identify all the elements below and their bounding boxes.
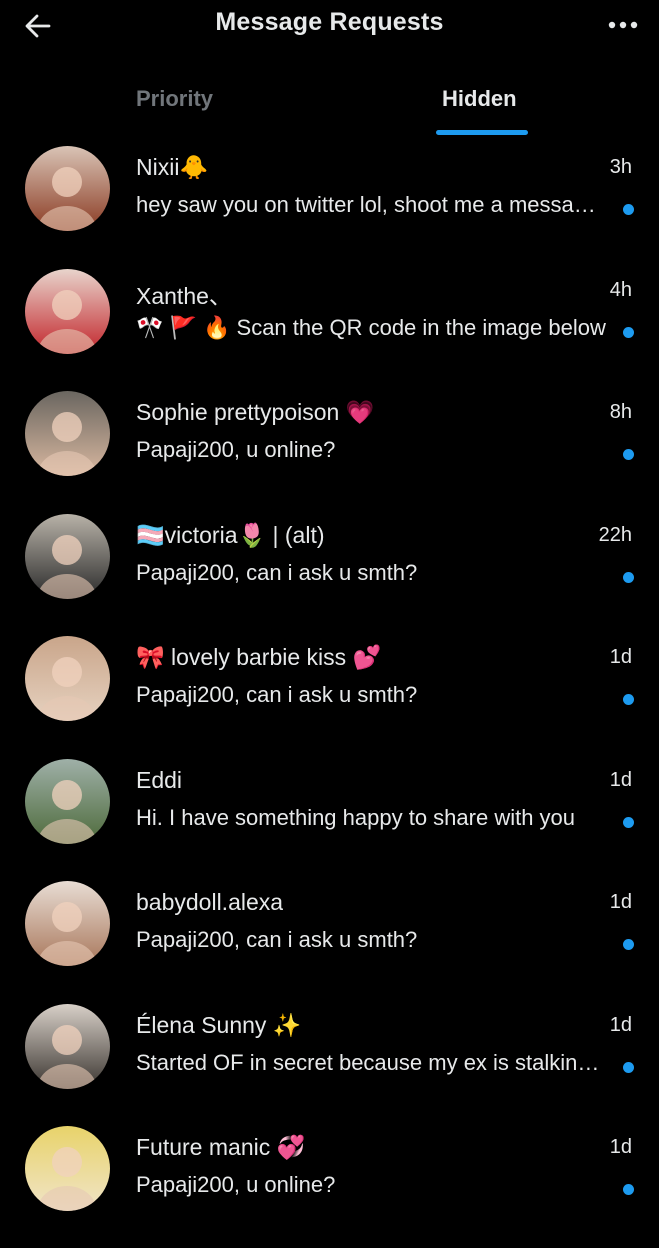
message-preview: Papaji200, can i ask u smth? bbox=[136, 927, 418, 952]
page-title: Message Requests bbox=[215, 8, 444, 36]
request-tabs: Priority Hidden bbox=[0, 76, 659, 138]
conversation-row[interactable]: 🎀 lovely barbie kiss 💕 1d Papaji200, can i… bbox=[0, 635, 659, 758]
unread-indicator bbox=[623, 571, 634, 583]
tab-hidden[interactable]: Hidden bbox=[442, 86, 517, 112]
message-preview: Papaji200, u online? bbox=[136, 1172, 336, 1197]
conversation-row[interactable]: Future manic 💞 1d Papaji200, u online? bbox=[0, 1125, 659, 1248]
conversation-row[interactable]: Eddi 1d Hi. I have something happy to shar… bbox=[0, 758, 659, 881]
conversation-row[interactable]: 🏳️‍⚧️victoria🌷 | (alt) 22h Papaji200, can … bbox=[0, 513, 659, 636]
avatar[interactable] bbox=[25, 1003, 110, 1089]
unread-indicator bbox=[623, 694, 634, 705]
conversation-list: Nixii🐥 3h hey saw you on twitter lol, shoo… bbox=[0, 145, 659, 1248]
avatar[interactable] bbox=[25, 758, 110, 844]
unread-indicator bbox=[623, 326, 634, 338]
timestamp: 3h bbox=[609, 156, 632, 178]
sender-name: Future manic 💞 bbox=[136, 1134, 306, 1160]
conversation-row[interactable]: Xanthe、 4h 🎌 🚩 🔥 Scan the QR code in the i… bbox=[0, 268, 659, 391]
unread-indicator bbox=[623, 1061, 634, 1073]
top-bar: Message Requests bbox=[0, 0, 659, 52]
more-horizontal-icon bbox=[608, 21, 638, 29]
sender-name: Eddi bbox=[136, 766, 183, 793]
sender-name: Élena Sunny ✨ bbox=[136, 1011, 302, 1038]
tab-priority[interactable]: Priority bbox=[136, 86, 213, 112]
timestamp: 22h bbox=[598, 523, 632, 546]
message-preview: Started OF in secret because my ex is st… bbox=[136, 1049, 606, 1075]
avatar[interactable] bbox=[25, 636, 110, 721]
sender-name: 🏳️‍⚧️victoria🌷 | (alt) bbox=[136, 521, 325, 548]
avatar[interactable] bbox=[25, 391, 110, 476]
timestamp: 1d bbox=[609, 1013, 632, 1036]
conversation-row[interactable]: Sophie prettypoison 💗 8h Papaji200, u onli… bbox=[0, 390, 659, 513]
timestamp: 1d bbox=[609, 1136, 632, 1158]
avatar[interactable] bbox=[25, 1126, 110, 1211]
message-preview: Papaji200, u online? bbox=[136, 437, 336, 462]
avatar[interactable] bbox=[25, 146, 110, 231]
active-tab-indicator bbox=[436, 130, 528, 135]
sender-name: babydoll.alexa bbox=[136, 889, 284, 915]
avatar[interactable] bbox=[25, 268, 110, 354]
conversation-row[interactable]: Nixii🐥 3h hey saw you on twitter lol, shoo… bbox=[0, 145, 659, 268]
timestamp: 1d bbox=[609, 891, 632, 913]
timestamp: 1d bbox=[609, 768, 632, 791]
sender-name: Sophie prettypoison 💗 bbox=[136, 399, 375, 425]
unread-indicator bbox=[623, 449, 634, 460]
message-preview: hey saw you on twitter lol, shoot me a m… bbox=[136, 192, 606, 217]
sender-name: Nixii🐥 bbox=[136, 154, 209, 180]
conversation-row[interactable]: babydoll.alexa 1d Papaji200, can i ask u s… bbox=[0, 880, 659, 1003]
message-preview: Papaji200, can i ask u smth? bbox=[136, 559, 418, 585]
message-preview: Papaji200, can i ask u smth? bbox=[136, 682, 418, 707]
unread-indicator bbox=[623, 1184, 634, 1195]
sender-name: Xanthe、 bbox=[136, 282, 232, 309]
sender-name: 🎀 lovely barbie kiss 💕 bbox=[136, 644, 382, 670]
conversation-row[interactable]: Élena Sunny ✨ 1d Started OF in secret beca… bbox=[0, 1003, 659, 1126]
more-options-button[interactable] bbox=[603, 8, 643, 42]
unread-indicator bbox=[623, 204, 634, 215]
timestamp: 4h bbox=[609, 278, 632, 301]
unread-indicator bbox=[623, 939, 634, 950]
timestamp: 8h bbox=[609, 401, 632, 423]
message-preview: Hi. I have something happy to share with… bbox=[136, 804, 576, 830]
unread-indicator bbox=[623, 816, 634, 828]
message-preview: 🎌 🚩 🔥 Scan the QR code in the image belo… bbox=[136, 314, 606, 340]
avatar[interactable] bbox=[25, 513, 110, 599]
timestamp: 1d bbox=[609, 646, 632, 668]
avatar[interactable] bbox=[25, 881, 110, 966]
